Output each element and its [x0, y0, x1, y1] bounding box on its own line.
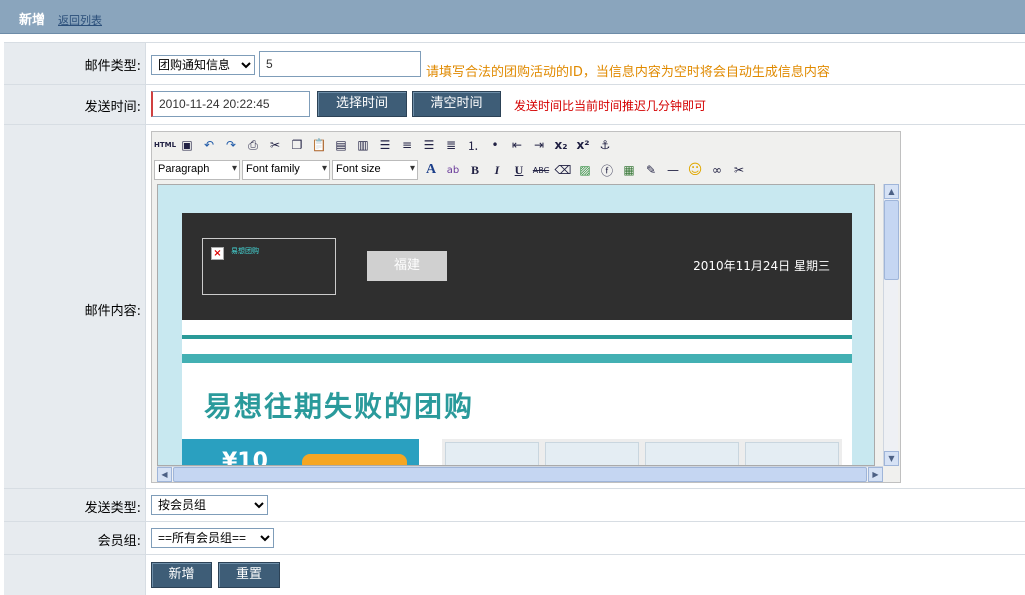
mail-type-select[interactable]: 团购通知信息 [151, 55, 255, 75]
link-icon[interactable]: ∞ [706, 160, 728, 180]
choose-time-button[interactable]: 选择时间 [317, 91, 407, 117]
emoticon-icon[interactable]: ☺ [684, 160, 706, 180]
promo-image: ¥10 [182, 439, 419, 466]
deal-thumbnail [745, 442, 839, 465]
editor-toolbar-row-1: HTML ▣ ↶ ↷ ⎙ ✂ ❐ 📋 ▤ ▥ ☰ ≡ ☰ ≣ ⒈ • ⇤ ⇥ x… [154, 135, 616, 157]
promo-tag [302, 454, 407, 465]
highlight-icon[interactable]: ab [442, 160, 464, 180]
horizontal-scrollbar[interactable]: ◀ ▶ [157, 466, 883, 482]
paste-icon[interactable]: 📋 [308, 135, 330, 155]
unlink-icon[interactable]: ✂ [728, 160, 750, 180]
mail-type-hint: 请填写合法的团购活动的ID，当信息内容为空时将会自动生成信息内容 [426, 65, 830, 80]
page-title: 新增 [19, 13, 46, 28]
eraser-icon[interactable]: ⌫ [552, 160, 574, 180]
send-type-select[interactable]: 按会员组 [151, 495, 268, 515]
editor-content-area[interactable]: × 易想团购 福建 2010年11月24日 星期三 易想往期失败的团购 ¥10 [157, 184, 875, 466]
align-center-icon[interactable]: ≡ [396, 135, 418, 155]
outdent-icon[interactable]: ⇤ [506, 135, 528, 155]
text-color-icon[interactable]: A [420, 160, 442, 180]
indent-icon[interactable]: ⇥ [528, 135, 550, 155]
clear-time-button[interactable]: 清空时间 [412, 91, 501, 117]
promo-price-text: ¥10 [222, 449, 268, 466]
email-heading: 易想往期失败的团购 [204, 390, 475, 423]
send-time-label: 发送时间: [84, 100, 141, 115]
mail-type-row: 邮件类型: 团购通知信息 请填写合法的团购活动的ID，当信息内容为空时将会自动生… [4, 42, 1025, 85]
send-time-hint: 发送时间比当前时间推迟几分钟即可 [514, 99, 707, 113]
ordered-list-icon[interactable]: ⒈ [462, 135, 484, 155]
email-preview: × 易想团购 福建 2010年11月24日 星期三 易想往期失败的团购 ¥10 [182, 213, 852, 466]
align-justify-icon[interactable]: ≣ [440, 135, 462, 155]
member-group-row: 会员组: ==所有会员组== [4, 522, 1025, 555]
mail-type-label: 邮件类型: [84, 59, 141, 74]
broken-image-icon: × [211, 247, 224, 260]
redo-icon[interactable]: ↷ [220, 135, 242, 155]
subscript-icon[interactable]: x₂ [550, 135, 572, 155]
send-time-input[interactable] [151, 91, 310, 117]
scroll-right-icon[interactable]: ▶ [868, 467, 883, 482]
member-group-label-cell: 会员组: [4, 522, 146, 554]
align-left-icon[interactable]: ☰ [374, 135, 396, 155]
deal-thumbnails [442, 439, 842, 465]
rich-text-editor: HTML ▣ ↶ ↷ ⎙ ✂ ❐ 📋 ▤ ▥ ☰ ≡ ☰ ≣ ⒈ • ⇤ ⇥ x… [151, 131, 901, 483]
scroll-up-icon[interactable]: ▲ [884, 184, 899, 199]
page-header: 新增 返回列表 [0, 0, 1025, 34]
media-icon[interactable]: ▦ [618, 160, 640, 180]
print-icon[interactable]: ⎙ [242, 135, 264, 155]
font-size-select[interactable]: Font size [332, 160, 418, 180]
bold-icon[interactable]: B [464, 160, 486, 180]
edit-icon[interactable]: ✎ [640, 160, 662, 180]
paste-word-icon[interactable]: ▥ [352, 135, 374, 155]
member-group-label: 会员组: [97, 534, 141, 549]
html-icon[interactable]: HTML [154, 135, 176, 155]
font-family-select[interactable]: Font family [242, 160, 330, 180]
fullscreen-icon[interactable]: ▣ [176, 135, 198, 155]
group-buy-id-input[interactable] [259, 51, 421, 77]
send-type-label-cell: 发送类型: [4, 489, 146, 521]
horizontal-scroll-thumb[interactable] [173, 467, 867, 482]
deal-thumbnail [645, 442, 739, 465]
mail-type-label-cell: 邮件类型: [4, 43, 146, 84]
align-right-icon[interactable]: ☰ [418, 135, 440, 155]
submit-button[interactable]: 新增 [151, 562, 212, 588]
scroll-left-icon[interactable]: ◀ [157, 467, 172, 482]
italic-icon[interactable]: I [486, 160, 508, 180]
deal-thumbnail [445, 442, 539, 465]
city-button[interactable]: 福建 [367, 251, 447, 281]
deal-thumbnail [545, 442, 639, 465]
editor-toolbar-row-2: Paragraph Font family Font size A ab B I… [154, 158, 750, 182]
flash-icon[interactable]: ⓕ [596, 160, 618, 180]
format-select[interactable]: Paragraph [154, 160, 240, 180]
mail-content-label: 邮件内容: [84, 304, 141, 319]
email-date: 2010年11月24日 星期三 [693, 259, 830, 273]
vertical-scrollbar[interactable]: ▲ ▼ [883, 184, 899, 466]
horizontal-rule-icon[interactable]: — [662, 160, 684, 180]
strikethrough-icon[interactable]: ABC [530, 160, 552, 180]
mail-content-label-cell: 邮件内容: [4, 125, 146, 488]
member-group-select[interactable]: ==所有会员组== [151, 528, 274, 548]
image-icon[interactable]: ▨ [574, 160, 596, 180]
copy-icon[interactable]: ❐ [286, 135, 308, 155]
divider-stripe [182, 335, 852, 339]
send-time-row: 发送时间: 选择时间 清空时间 发送时间比当前时间推迟几分钟即可 [4, 85, 1025, 125]
email-banner: × 易想团购 福建 2010年11月24日 星期三 [182, 213, 852, 320]
actions-row: 新增 重置 [4, 555, 1025, 595]
logo-image: × 易想团购 [202, 238, 336, 295]
paste-text-icon[interactable]: ▤ [330, 135, 352, 155]
send-time-label-cell: 发送时间: [4, 85, 146, 124]
send-type-label: 发送类型: [84, 501, 141, 516]
undo-icon[interactable]: ↶ [198, 135, 220, 155]
reset-button[interactable]: 重置 [218, 562, 280, 588]
scroll-down-icon[interactable]: ▼ [884, 451, 899, 466]
vertical-scroll-thumb[interactable] [884, 200, 899, 280]
back-to-list-link[interactable]: 返回列表 [58, 12, 102, 28]
unordered-list-icon[interactable]: • [484, 135, 506, 155]
send-type-row: 发送类型: 按会员组 [4, 489, 1025, 522]
actions-label-cell [4, 555, 146, 595]
anchor-icon[interactable]: ⚓ [594, 135, 616, 155]
superscript-icon[interactable]: x² [572, 135, 594, 155]
underline-icon[interactable]: U [508, 160, 530, 180]
divider-band [182, 354, 852, 363]
logo-alt-text: 易想团购 [231, 247, 259, 255]
cut-icon[interactable]: ✂ [264, 135, 286, 155]
